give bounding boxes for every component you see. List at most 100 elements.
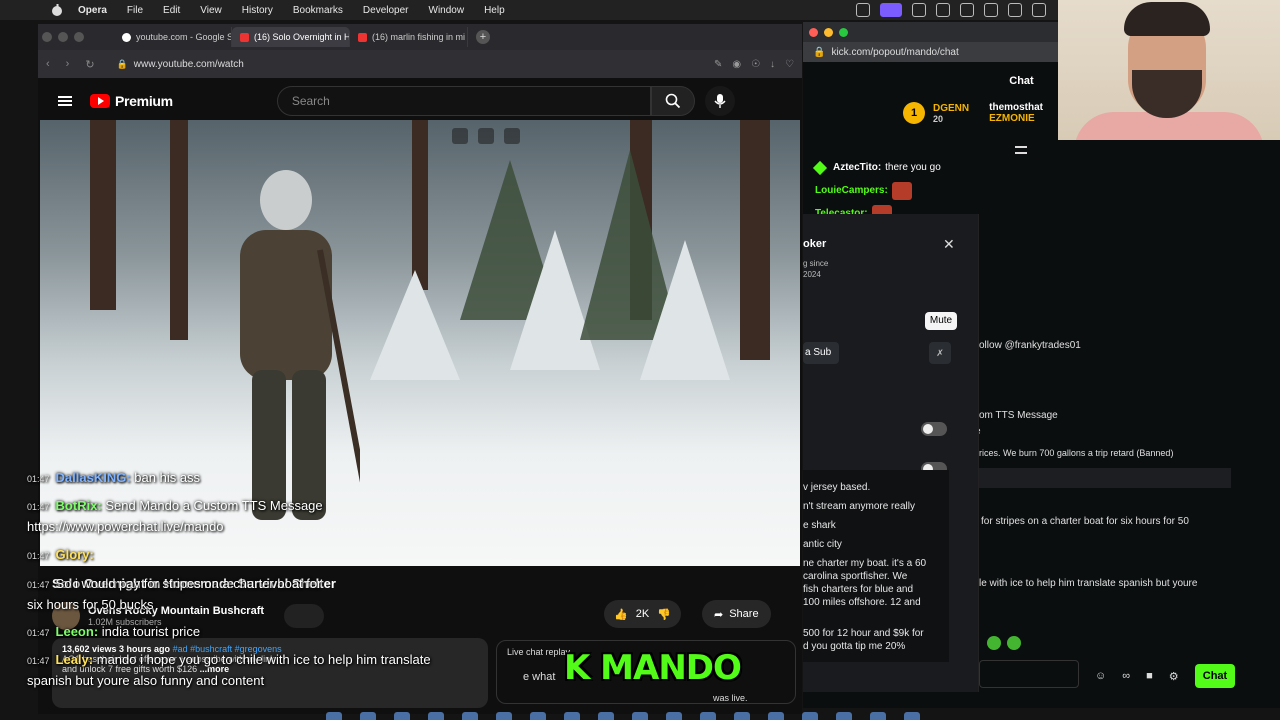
dock-app-icon[interactable] — [394, 712, 410, 720]
bluetooth-icon[interactable] — [1008, 3, 1022, 17]
zoom-window-button[interactable] — [839, 27, 848, 37]
toggle-switch[interactable] — [921, 422, 947, 436]
heart-icon[interactable]: ♡ — [785, 59, 794, 70]
gifter-name[interactable]: themosthat — [989, 102, 1043, 113]
dock-app-icon[interactable] — [734, 712, 750, 720]
user-name: oker — [803, 238, 827, 250]
dock-app-icon[interactable] — [428, 712, 444, 720]
emoji-icon[interactable]: ☺ — [1095, 670, 1106, 683]
description-box[interactable]: 13,602 views 3 hours ago #ad #bushcraft … — [52, 638, 488, 708]
user-message-history: v jersey based. n't stream anymore reall… — [803, 470, 949, 662]
dock-app-icon[interactable] — [496, 712, 512, 720]
chat-message-fragment: om TTS Message — [979, 410, 1058, 421]
tray-icon[interactable] — [856, 3, 870, 17]
mute-button[interactable]: Mute — [925, 312, 957, 330]
miniplayer-icon[interactable] — [452, 128, 468, 144]
description-text-2: and unlock 7 free gifts worth $126 — [62, 664, 198, 674]
link-icon[interactable]: ∞ — [1122, 670, 1130, 683]
send-chat-button[interactable]: Chat — [1195, 664, 1235, 688]
dock-app-icon[interactable] — [666, 712, 682, 720]
camera-icon[interactable]: ◉ — [732, 59, 741, 70]
youtube-brand[interactable]: Premium — [115, 93, 173, 109]
dock-app-icon[interactable] — [598, 712, 614, 720]
hashtags[interactable]: #ad #bushcraft #gregovens — [173, 644, 282, 654]
dock-app-icon[interactable] — [802, 712, 818, 720]
dock-app-icon[interactable] — [530, 712, 546, 720]
dock-app-icon[interactable] — [564, 712, 580, 720]
menu-view[interactable]: View — [200, 5, 222, 16]
tab-label: youtube.com - Google S — [136, 32, 232, 42]
dock-app-icon[interactable] — [904, 712, 920, 720]
url-field[interactable]: www.youtube.com/watch — [134, 59, 244, 70]
wifi-icon[interactable] — [984, 3, 998, 17]
zoom-window-button[interactable] — [74, 32, 84, 42]
shield-icon[interactable]: ☉ — [751, 59, 760, 70]
apple-icon[interactable] — [50, 3, 64, 17]
channel-avatar[interactable] — [52, 602, 80, 630]
cast-icon[interactable] — [504, 128, 520, 144]
gear-icon[interactable]: ⚙ — [1169, 670, 1179, 683]
new-tab-button[interactable]: + — [476, 30, 490, 44]
share-label: Share — [729, 608, 759, 620]
close-window-button[interactable] — [809, 27, 818, 37]
tree-trunk — [412, 120, 428, 290]
menu-window[interactable]: Window — [429, 5, 465, 16]
add-icon[interactable] — [478, 128, 494, 144]
video-player[interactable] — [40, 120, 800, 566]
dock-app-icon[interactable] — [870, 712, 886, 720]
gift-sub-button[interactable]: a Sub — [803, 342, 839, 364]
gifter-name[interactable]: DGENN — [933, 103, 969, 114]
dock-app-icon[interactable] — [462, 712, 478, 720]
dock-app-icon[interactable] — [360, 712, 376, 720]
dock-app-icon[interactable] — [768, 712, 784, 720]
tray-icon[interactable] — [912, 3, 926, 17]
close-icon[interactable]: ✕ — [943, 236, 955, 253]
download-icon[interactable]: ↓ — [770, 59, 775, 70]
menu-developer[interactable]: Developer — [363, 5, 409, 16]
menu-icon[interactable] — [58, 96, 72, 106]
collapse-icon[interactable] — [1015, 146, 1027, 154]
browser-window: youtube.com - Google S (16) Solo Overnig… — [38, 24, 802, 714]
url-field[interactable]: kick.com/popout/mando/chat — [831, 47, 958, 58]
menu-bookmarks[interactable]: Bookmarks — [293, 5, 343, 16]
mute-icon[interactable]: ✗ — [929, 342, 951, 364]
reload-icon[interactable]: ↻ — [85, 58, 94, 71]
search-input[interactable]: Search — [276, 86, 651, 116]
tray-icon[interactable] — [936, 3, 950, 17]
minimize-window-button[interactable] — [58, 32, 68, 42]
tray-icon[interactable] — [960, 3, 974, 17]
close-window-button[interactable] — [42, 32, 52, 42]
tray-icon[interactable] — [1032, 3, 1046, 17]
more-link[interactable]: ...more — [200, 664, 230, 674]
tab-youtube-solo[interactable]: (16) Solo Overnight in H — [232, 27, 350, 47]
chat-input[interactable] — [979, 660, 1079, 688]
menu-help[interactable]: Help — [484, 5, 505, 16]
store-icon[interactable]: ■ — [1146, 670, 1153, 683]
menu-file[interactable]: File — [127, 5, 143, 16]
tab-youtube-marlin[interactable]: (16) marlin fishing in mi — [350, 27, 468, 47]
emote-icon — [987, 636, 1001, 650]
share-button[interactable]: ➦ Share — [702, 600, 771, 628]
voice-search-button[interactable] — [704, 86, 735, 116]
notification-bell-button[interactable] — [284, 604, 324, 628]
like-button[interactable]: 👍 2K 👎 — [604, 600, 681, 628]
tray-app-icon[interactable] — [880, 3, 902, 17]
edit-icon[interactable]: ✎ — [714, 59, 722, 70]
channel-name[interactable]: Ovens Rocky Mountain Bushcraft — [88, 605, 264, 617]
menu-app[interactable]: Opera — [78, 5, 107, 16]
dock-app-icon[interactable] — [326, 712, 342, 720]
dock-app-icon[interactable] — [700, 712, 716, 720]
dock-app-icon[interactable] — [836, 712, 852, 720]
youtube-logo-icon[interactable] — [90, 94, 110, 108]
menu-edit[interactable]: Edit — [163, 5, 180, 16]
search-button[interactable] — [650, 86, 695, 116]
gifter-name[interactable]: EZMONIE — [989, 113, 1043, 124]
tab-google[interactable]: youtube.com - Google S — [114, 27, 232, 47]
thumbs-down-icon[interactable]: 👎 — [657, 608, 671, 621]
forward-icon[interactable]: › — [66, 58, 70, 70]
menu-history[interactable]: History — [242, 5, 273, 16]
address-bar-tools: ✎ ◉ ☉ ↓ ♡ — [714, 59, 794, 70]
back-icon[interactable]: ‹ — [46, 58, 50, 70]
minimize-window-button[interactable] — [824, 27, 833, 37]
dock-app-icon[interactable] — [632, 712, 648, 720]
